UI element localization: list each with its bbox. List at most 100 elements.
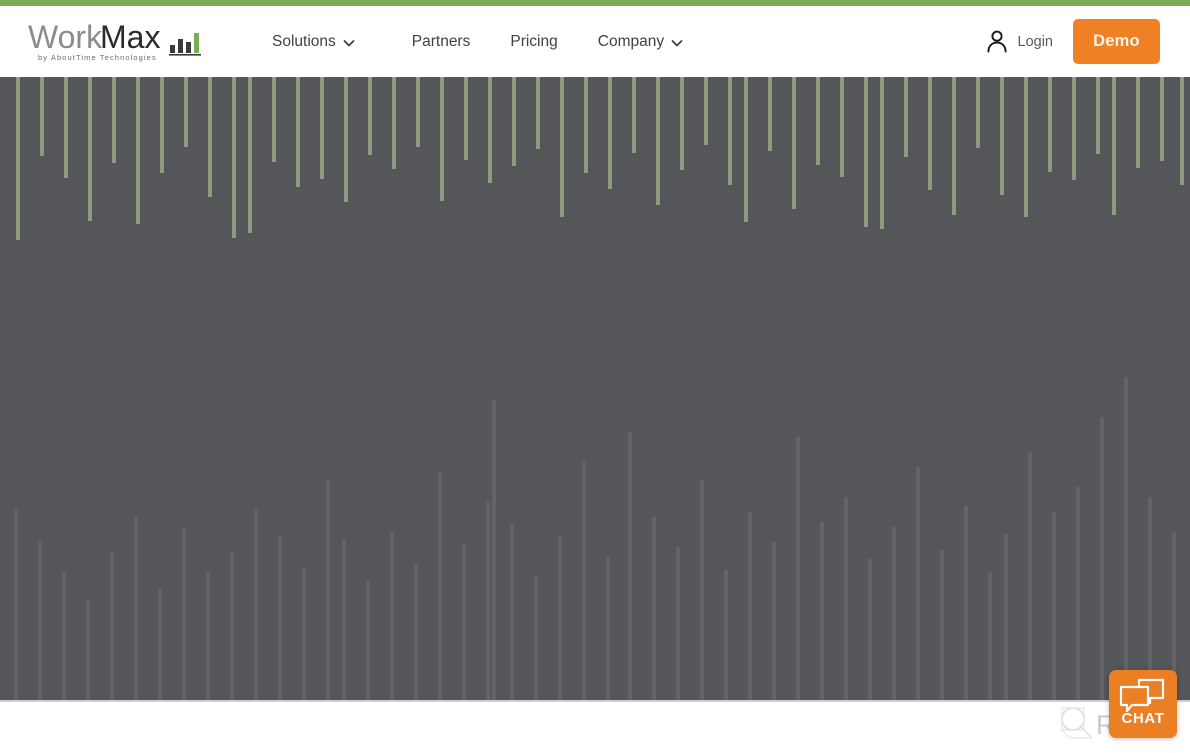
hero-bar-top [1180, 77, 1184, 185]
hero-bar-bottom [628, 432, 632, 702]
login-label: Login [1017, 33, 1053, 50]
nav-item-solutions[interactable]: Solutions [272, 33, 382, 51]
hero-bar-bottom [1076, 487, 1080, 702]
hero-bar-top [1136, 77, 1140, 168]
hero-bar-bottom [254, 510, 258, 702]
hero-bar-top [512, 77, 516, 166]
hero-bar-top [1160, 77, 1164, 161]
hero-bar-bottom [86, 600, 90, 702]
hero-bar-bottom [988, 572, 992, 702]
hero-bar-top [952, 77, 956, 215]
hero-bar-bottom [700, 480, 704, 702]
hero-bar-top [320, 77, 324, 179]
hero-bar-top [1096, 77, 1100, 154]
hero-bar-bottom [582, 462, 586, 702]
hero-bar-bottom [302, 567, 306, 702]
hero-bar-top [560, 77, 564, 217]
hero-bar-bottom [486, 502, 490, 702]
hero-bar-bottom [606, 557, 610, 702]
hero-bar-top [904, 77, 908, 157]
hero-bar-top [632, 77, 636, 153]
hero-bar-bottom [724, 570, 728, 702]
hero-bar-bottom [38, 542, 42, 702]
nav-item-partners[interactable]: Partners [412, 33, 471, 51]
hero-bar-top [1112, 77, 1116, 215]
hero-bar-bottom [510, 524, 514, 702]
hero-bar-bottom [844, 497, 848, 702]
hero-bar-top [536, 77, 540, 149]
hero-bar-bottom [940, 550, 944, 702]
svg-text:Max: Max [100, 20, 160, 55]
hero-bar-top [208, 77, 212, 197]
hero-bar-top [792, 77, 796, 209]
header-actions: Login Demo [985, 6, 1160, 77]
hero-bar-top [416, 77, 420, 147]
nav-item-company[interactable]: Company [598, 33, 710, 51]
hero-bar-bottom [916, 467, 920, 702]
chat-widget-button[interactable]: CHAT [1109, 670, 1177, 738]
hero-bar-bottom [748, 512, 752, 702]
hero-bar-bottom [158, 589, 162, 702]
hero-bar-bottom [820, 522, 824, 702]
chat-bubbles-icon [1118, 677, 1168, 713]
hero-bar-top [248, 77, 252, 233]
hero-bar-top [816, 77, 820, 165]
hero-bar-top [608, 77, 612, 189]
hero-bars-bottom [0, 77, 1190, 702]
svg-text:by AboutTime Technologies: by AboutTime Technologies [38, 53, 157, 62]
nav-item-label: Company [597, 32, 665, 50]
hero-bar-top [880, 77, 884, 229]
hero-bar-bottom [1004, 534, 1008, 702]
hero-bar-bottom [326, 480, 330, 702]
hero-bar-bottom [492, 400, 496, 702]
demo-button[interactable]: Demo [1073, 19, 1160, 64]
search-magnifier-icon[interactable] [1056, 703, 1096, 743]
main-navigation: Solutions Partners Pricing Company [272, 6, 710, 77]
hero-bar-bottom [652, 517, 656, 702]
hero-bar-top [440, 77, 444, 201]
nav-item-pricing[interactable]: Pricing [510, 33, 557, 51]
hero-bar-top [1000, 77, 1004, 195]
hero-bar-bottom [534, 577, 538, 702]
hero-bar-top [704, 77, 708, 145]
hero-bar-top [656, 77, 660, 205]
user-icon [985, 29, 1009, 54]
hero-bar-top [1072, 77, 1076, 180]
hero-bar-bottom [366, 581, 370, 702]
hero-bar-top [392, 77, 396, 169]
hero-bar-bottom [558, 537, 562, 702]
hero-bar-top [488, 77, 492, 183]
hero-bar-bottom [438, 472, 442, 702]
hero-bar-bottom [414, 564, 418, 702]
hero-bar-bottom [1100, 417, 1104, 702]
hero-bar-top [368, 77, 372, 155]
hero-bar-bottom [230, 552, 234, 702]
hero-bar-bottom [14, 510, 18, 702]
hero-bar-top [344, 77, 348, 202]
hero-bar-top [928, 77, 932, 190]
hero-bar-top [976, 77, 980, 148]
hero-bar-bottom [134, 517, 138, 702]
hero-bar-top [1024, 77, 1028, 217]
hero-bar-top [88, 77, 92, 221]
hero-bar-top [16, 77, 20, 240]
hero-bar-bottom [676, 547, 680, 702]
hero-bar-top [40, 77, 44, 156]
hero-bar-bottom [182, 527, 186, 702]
hero-bar-bottom [1124, 377, 1128, 702]
hero-bar-bottom [796, 437, 800, 702]
site-logo[interactable]: Work Max by AboutTime Technologies [28, 20, 213, 66]
nav-item-label: Pricing [510, 32, 558, 50]
hero-bar-bottom [892, 527, 896, 702]
hero-bar-bottom [390, 532, 394, 702]
hero-bar-top [768, 77, 772, 151]
hero-bar-top [1048, 77, 1052, 172]
hero-bar-bottom [206, 572, 210, 702]
nav-item-label: Partners [411, 32, 471, 50]
hero-bar-bottom [772, 542, 776, 702]
site-header: Work Max by AboutTime Technologies Solut… [0, 6, 1190, 77]
hero-bar-bottom [342, 539, 346, 702]
hero-section [0, 77, 1190, 702]
login-link[interactable]: Login [985, 29, 1053, 54]
hero-bar-bottom [868, 559, 872, 702]
